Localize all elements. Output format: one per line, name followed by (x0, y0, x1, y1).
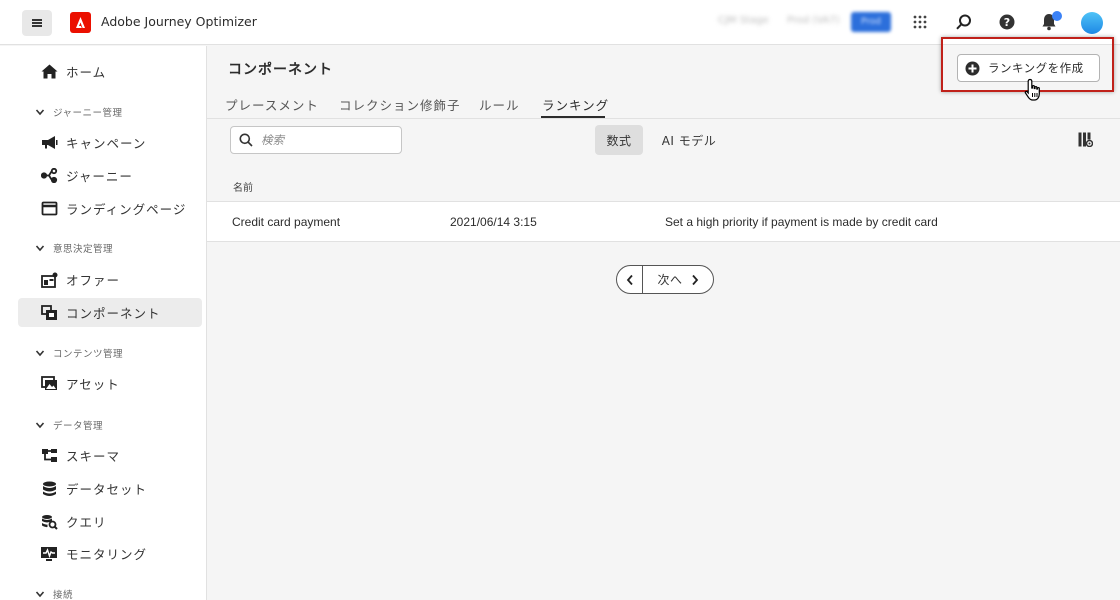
offer-icon (40, 271, 58, 289)
section-data-management[interactable]: データ管理 (35, 418, 103, 432)
section-label: 接続 (53, 590, 74, 600)
section-label: ジャーニー管理 (53, 108, 123, 119)
monitoring-icon (40, 545, 58, 563)
sidebar-item-components[interactable]: コンポーネント (18, 298, 202, 327)
sidebar-item-datasets[interactable]: データセット (18, 474, 202, 503)
sidebar-item-offers[interactable]: オファー (18, 265, 202, 294)
section-label: コンテンツ管理 (53, 349, 124, 360)
dataset-icon (40, 480, 58, 498)
sidebar-item-label: クエリ (66, 515, 107, 530)
sidebar-item-journeys[interactable]: ジャーニー (18, 161, 202, 190)
notification-badge (1052, 11, 1062, 21)
sidebar-item-label: モニタリング (66, 547, 148, 562)
hamburger-icon (32, 22, 42, 24)
tab-rankings[interactable]: ランキング (542, 95, 609, 114)
ranking-modified-date: 2021/06/14 3:15 (450, 215, 537, 229)
sidebar-item-label: ホーム (66, 65, 107, 80)
page-title: コンポーネント (228, 62, 333, 78)
sidebar-item-queries[interactable]: クエリ (18, 507, 202, 536)
help-icon[interactable]: ? (996, 11, 1018, 33)
org-switcher[interactable]: CJM Stage (718, 15, 769, 26)
sidebar-item-label: ジャーニー (66, 169, 133, 184)
search-input[interactable] (261, 133, 391, 147)
sidebar-item-landing-pages[interactable]: ランディングページ (18, 194, 202, 223)
adobe-logo-icon (70, 12, 91, 33)
chevron-down-icon (35, 109, 45, 116)
sidebar-item-label: コンポーネント (66, 306, 161, 321)
column-header-name[interactable]: 名前 (233, 179, 253, 194)
section-connections[interactable]: 接続 (35, 587, 73, 600)
formula-toggle-button[interactable]: 数式 (595, 125, 643, 155)
section-journey-management[interactable]: ジャーニー管理 (35, 105, 123, 119)
sidebar-item-schemas[interactable]: スキーマ (18, 441, 202, 470)
sidebar-item-label: オファー (66, 273, 121, 288)
megaphone-icon (40, 134, 58, 152)
sidebar-item-assets[interactable]: アセット (18, 369, 202, 398)
assets-icon (40, 375, 58, 393)
tab-collection-qualifiers[interactable]: コレクション修飾子 (339, 95, 461, 114)
tab-placements[interactable]: プレースメント (225, 95, 319, 114)
search-icon (239, 133, 253, 147)
column-settings-icon[interactable] (1078, 132, 1094, 151)
sidebar-item-label: スキーマ (66, 449, 121, 464)
next-page-button[interactable]: 次へ (643, 266, 713, 293)
tab-rules[interactable]: ルール (479, 95, 520, 114)
section-label: データ管理 (53, 421, 104, 432)
sidebar-item-campaigns[interactable]: キャンペーン (18, 128, 202, 157)
landing-page-icon (40, 200, 58, 218)
app-switcher-grid-icon[interactable] (909, 11, 931, 33)
sidebar-item-home[interactable]: ホーム (18, 57, 202, 86)
sidebar: ホーム ジャーニー管理 キャンペーン ジャーニー ランディングページ 意思決定管… (0, 46, 207, 600)
sidebar-item-label: キャンペーン (66, 136, 147, 151)
chevron-left-icon (626, 274, 633, 285)
global-search-icon[interactable] (953, 11, 975, 33)
sandbox-switcher[interactable]: Prod (VA7) (787, 15, 840, 26)
sidebar-item-label: データセット (66, 482, 148, 497)
section-content-management[interactable]: コンテンツ管理 (35, 346, 123, 360)
schema-icon (40, 447, 58, 465)
user-avatar[interactable] (1081, 12, 1103, 34)
chevron-down-icon (35, 591, 45, 598)
chevron-down-icon (35, 245, 45, 252)
sidebar-item-label: ランディングページ (66, 202, 187, 217)
pagination: 次へ (616, 265, 714, 294)
journey-icon (40, 167, 58, 185)
sidebar-item-label: アセット (66, 377, 120, 392)
tabs-divider (207, 118, 1120, 119)
hand-cursor-icon (1024, 78, 1044, 106)
previous-page-button[interactable] (617, 266, 643, 293)
next-page-label: 次へ (657, 273, 683, 287)
section-label: 意思決定管理 (53, 244, 114, 255)
svg-text:?: ? (1004, 16, 1010, 29)
ranking-name: Credit card payment (232, 215, 341, 229)
chevron-right-icon (691, 274, 698, 285)
sidebar-item-monitoring[interactable]: モニタリング (18, 539, 202, 568)
ai-model-toggle-button[interactable]: AI モデル (656, 125, 722, 155)
ranking-description: Set a high priority if payment is made b… (665, 215, 938, 229)
menu-toggle-button[interactable] (22, 10, 52, 36)
home-icon (40, 63, 58, 81)
search-field[interactable] (230, 126, 402, 154)
chevron-down-icon (35, 350, 45, 357)
section-decision-management[interactable]: 意思決定管理 (35, 241, 113, 255)
chevron-down-icon (35, 422, 45, 429)
table-row[interactable]: Credit card payment 2021/06/14 3:15 Set … (207, 201, 1120, 242)
environment-badge[interactable]: Prod (851, 12, 891, 32)
components-icon (40, 304, 58, 322)
query-icon (40, 513, 58, 531)
app-title: Adobe Journey Optimizer (101, 14, 257, 29)
